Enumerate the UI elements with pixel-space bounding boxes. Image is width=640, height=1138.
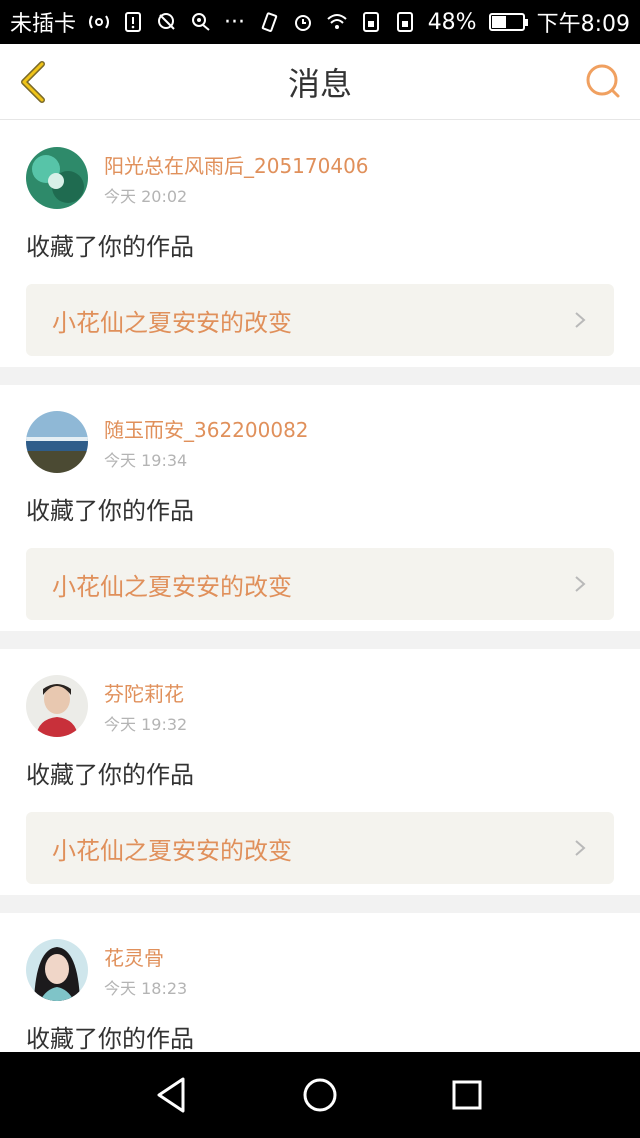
- message-card: 阳光总在风雨后_205170406 今天 20:02 收藏了你的作品 小花仙之夏…: [0, 121, 640, 367]
- avatar[interactable]: [26, 411, 88, 473]
- muted-notification-icon: [158, 13, 175, 30]
- work-link[interactable]: 小花仙之夏安安的改变: [26, 284, 614, 356]
- work-link[interactable]: 小花仙之夏安安的改变: [26, 548, 614, 620]
- username[interactable]: 花灵骨: [104, 945, 187, 971]
- message-time: 今天 19:32: [104, 715, 188, 734]
- username[interactable]: 随玉而安_362200082: [104, 417, 309, 443]
- nav-recents-icon[interactable]: [445, 1073, 489, 1117]
- avatar[interactable]: [26, 939, 88, 1001]
- carrier-label: 未插卡: [10, 12, 77, 37]
- back-button[interactable]: [14, 58, 54, 106]
- message-card: 随玉而安_362200082 今天 19:34 收藏了你的作品 小花仙之夏安安的…: [0, 385, 640, 631]
- more-notifications-icon: ···: [224, 9, 245, 35]
- sim-slot-2-icon: [396, 12, 413, 32]
- nav-back-icon[interactable]: [151, 1073, 195, 1117]
- avatar[interactable]: [26, 675, 88, 737]
- message-card: 花灵骨 今天 18:23 收藏了你的作品: [0, 913, 640, 1052]
- action-text: 收藏了你的作品: [26, 1025, 194, 1052]
- message-time: 今天 20:02: [104, 187, 188, 206]
- title-bar: 消息: [0, 44, 640, 120]
- sim-alert-icon: [125, 12, 142, 32]
- system-nav-bar: [0, 1052, 640, 1138]
- vibrate-icon: [261, 12, 277, 32]
- work-title: 小花仙之夏安安的改变: [52, 308, 292, 337]
- work-link[interactable]: 小花仙之夏安安的改变: [26, 812, 614, 884]
- sim-slot-1-icon: [362, 12, 379, 32]
- message-time: 今天 18:23: [104, 979, 188, 998]
- location-icon: [192, 13, 210, 31]
- message-list[interactable]: 阳光总在风雨后_205170406 今天 20:02 收藏了你的作品 小花仙之夏…: [0, 121, 640, 1052]
- battery-percent: 48%: [427, 9, 477, 35]
- chevron-right-icon: [575, 576, 586, 592]
- message-card: 芬陀莉花 今天 19:32 收藏了你的作品 小花仙之夏安安的改变: [0, 649, 640, 895]
- message-time: 今天 19:34: [104, 451, 188, 470]
- page-title: 消息: [287, 64, 352, 103]
- avatar[interactable]: [26, 147, 88, 209]
- battery-level: [491, 16, 506, 28]
- action-text: 收藏了你的作品: [26, 761, 194, 789]
- status-bar: 未插卡 ··· 48% 下午8:09: [0, 0, 640, 44]
- battery-icon: [488, 13, 528, 31]
- username[interactable]: 阳光总在风雨后_205170406: [104, 153, 369, 179]
- alarm-icon: [294, 15, 311, 31]
- username[interactable]: 芬陀莉花: [104, 681, 187, 707]
- search-icon[interactable]: [584, 62, 624, 102]
- work-title: 小花仙之夏安安的改变: [52, 836, 292, 865]
- chevron-right-icon: [575, 840, 586, 856]
- action-text: 收藏了你的作品: [26, 497, 194, 525]
- chevron-right-icon: [575, 312, 586, 328]
- clock: 下午8:09: [536, 12, 630, 37]
- nav-home-icon[interactable]: [298, 1073, 342, 1117]
- action-text: 收藏了你的作品: [26, 233, 194, 261]
- wifi-icon: [327, 14, 347, 29]
- signal-icon: [89, 15, 110, 29]
- work-title: 小花仙之夏安安的改变: [52, 572, 292, 601]
